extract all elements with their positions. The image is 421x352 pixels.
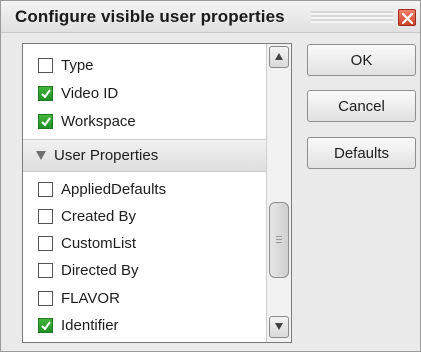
list-item-label: CustomList — [61, 234, 137, 252]
properties-list-content: Type Video ID Workspace User Properties — [23, 44, 266, 342]
list-item-label: Created By — [61, 207, 137, 225]
vertical-scrollbar[interactable] — [266, 44, 291, 342]
list-item-customlist[interactable]: CustomList — [23, 229, 266, 257]
list-item-label: Workspace — [61, 112, 136, 130]
scrollbar-thumb[interactable] — [269, 202, 289, 278]
checkbox-checked[interactable] — [38, 85, 53, 101]
group-header-user-properties[interactable]: User Properties — [23, 139, 266, 172]
ok-button[interactable]: OK — [307, 44, 416, 76]
list-item-label: AppliedDefaults — [61, 180, 167, 198]
title-bar-grip — [311, 11, 393, 23]
close-icon — [402, 13, 413, 24]
close-button[interactable] — [398, 9, 416, 26]
checkbox[interactable] — [38, 262, 53, 278]
checkbox[interactable] — [38, 57, 53, 73]
list-item-label: Identifier — [61, 316, 119, 334]
configure-properties-dialog: Configure visible user properties Type V… — [0, 0, 421, 352]
checkmark-icon — [41, 88, 51, 99]
list-item-workspace[interactable]: Workspace — [23, 107, 266, 135]
list-item-created-by[interactable]: Created By — [23, 202, 266, 230]
scroll-down-button[interactable] — [269, 316, 289, 338]
properties-list[interactable]: Type Video ID Workspace User Properties — [22, 43, 292, 343]
list-item-label: Directed By — [61, 261, 139, 279]
checkbox-checked[interactable] — [38, 113, 53, 129]
list-item-label: FLAVOR — [61, 289, 120, 307]
checkbox[interactable] — [38, 235, 53, 251]
scroll-up-button[interactable] — [269, 46, 289, 68]
list-item-directed-by[interactable]: Directed By — [23, 256, 266, 284]
checkmark-icon — [41, 320, 51, 331]
list-item-applieddefaults[interactable]: AppliedDefaults — [23, 175, 266, 203]
list-item-identifier[interactable]: Identifier — [23, 311, 266, 339]
arrow-down-icon — [275, 323, 283, 330]
expand-triangle-icon[interactable] — [36, 151, 46, 160]
scrollbar-grip — [276, 236, 282, 244]
defaults-button[interactable]: Defaults — [307, 137, 416, 169]
list-item-label: Video ID — [61, 84, 119, 102]
list-item-type[interactable]: Type — [23, 51, 266, 79]
checkmark-icon — [41, 116, 51, 127]
list-item-label: Type — [61, 56, 94, 74]
list-item-video-id[interactable]: Video ID — [23, 79, 266, 107]
title-bar[interactable]: Configure visible user properties — [1, 1, 420, 33]
list-item-flavor[interactable]: FLAVOR — [23, 284, 266, 312]
checkbox[interactable] — [38, 290, 53, 306]
dialog-title: Configure visible user properties — [15, 7, 285, 26]
checkbox[interactable] — [38, 208, 53, 224]
arrow-up-icon — [275, 53, 283, 60]
group-header-label: User Properties — [54, 147, 159, 164]
cancel-button[interactable]: Cancel — [307, 90, 416, 122]
checkbox[interactable] — [38, 181, 53, 197]
checkbox-checked[interactable] — [38, 317, 53, 333]
